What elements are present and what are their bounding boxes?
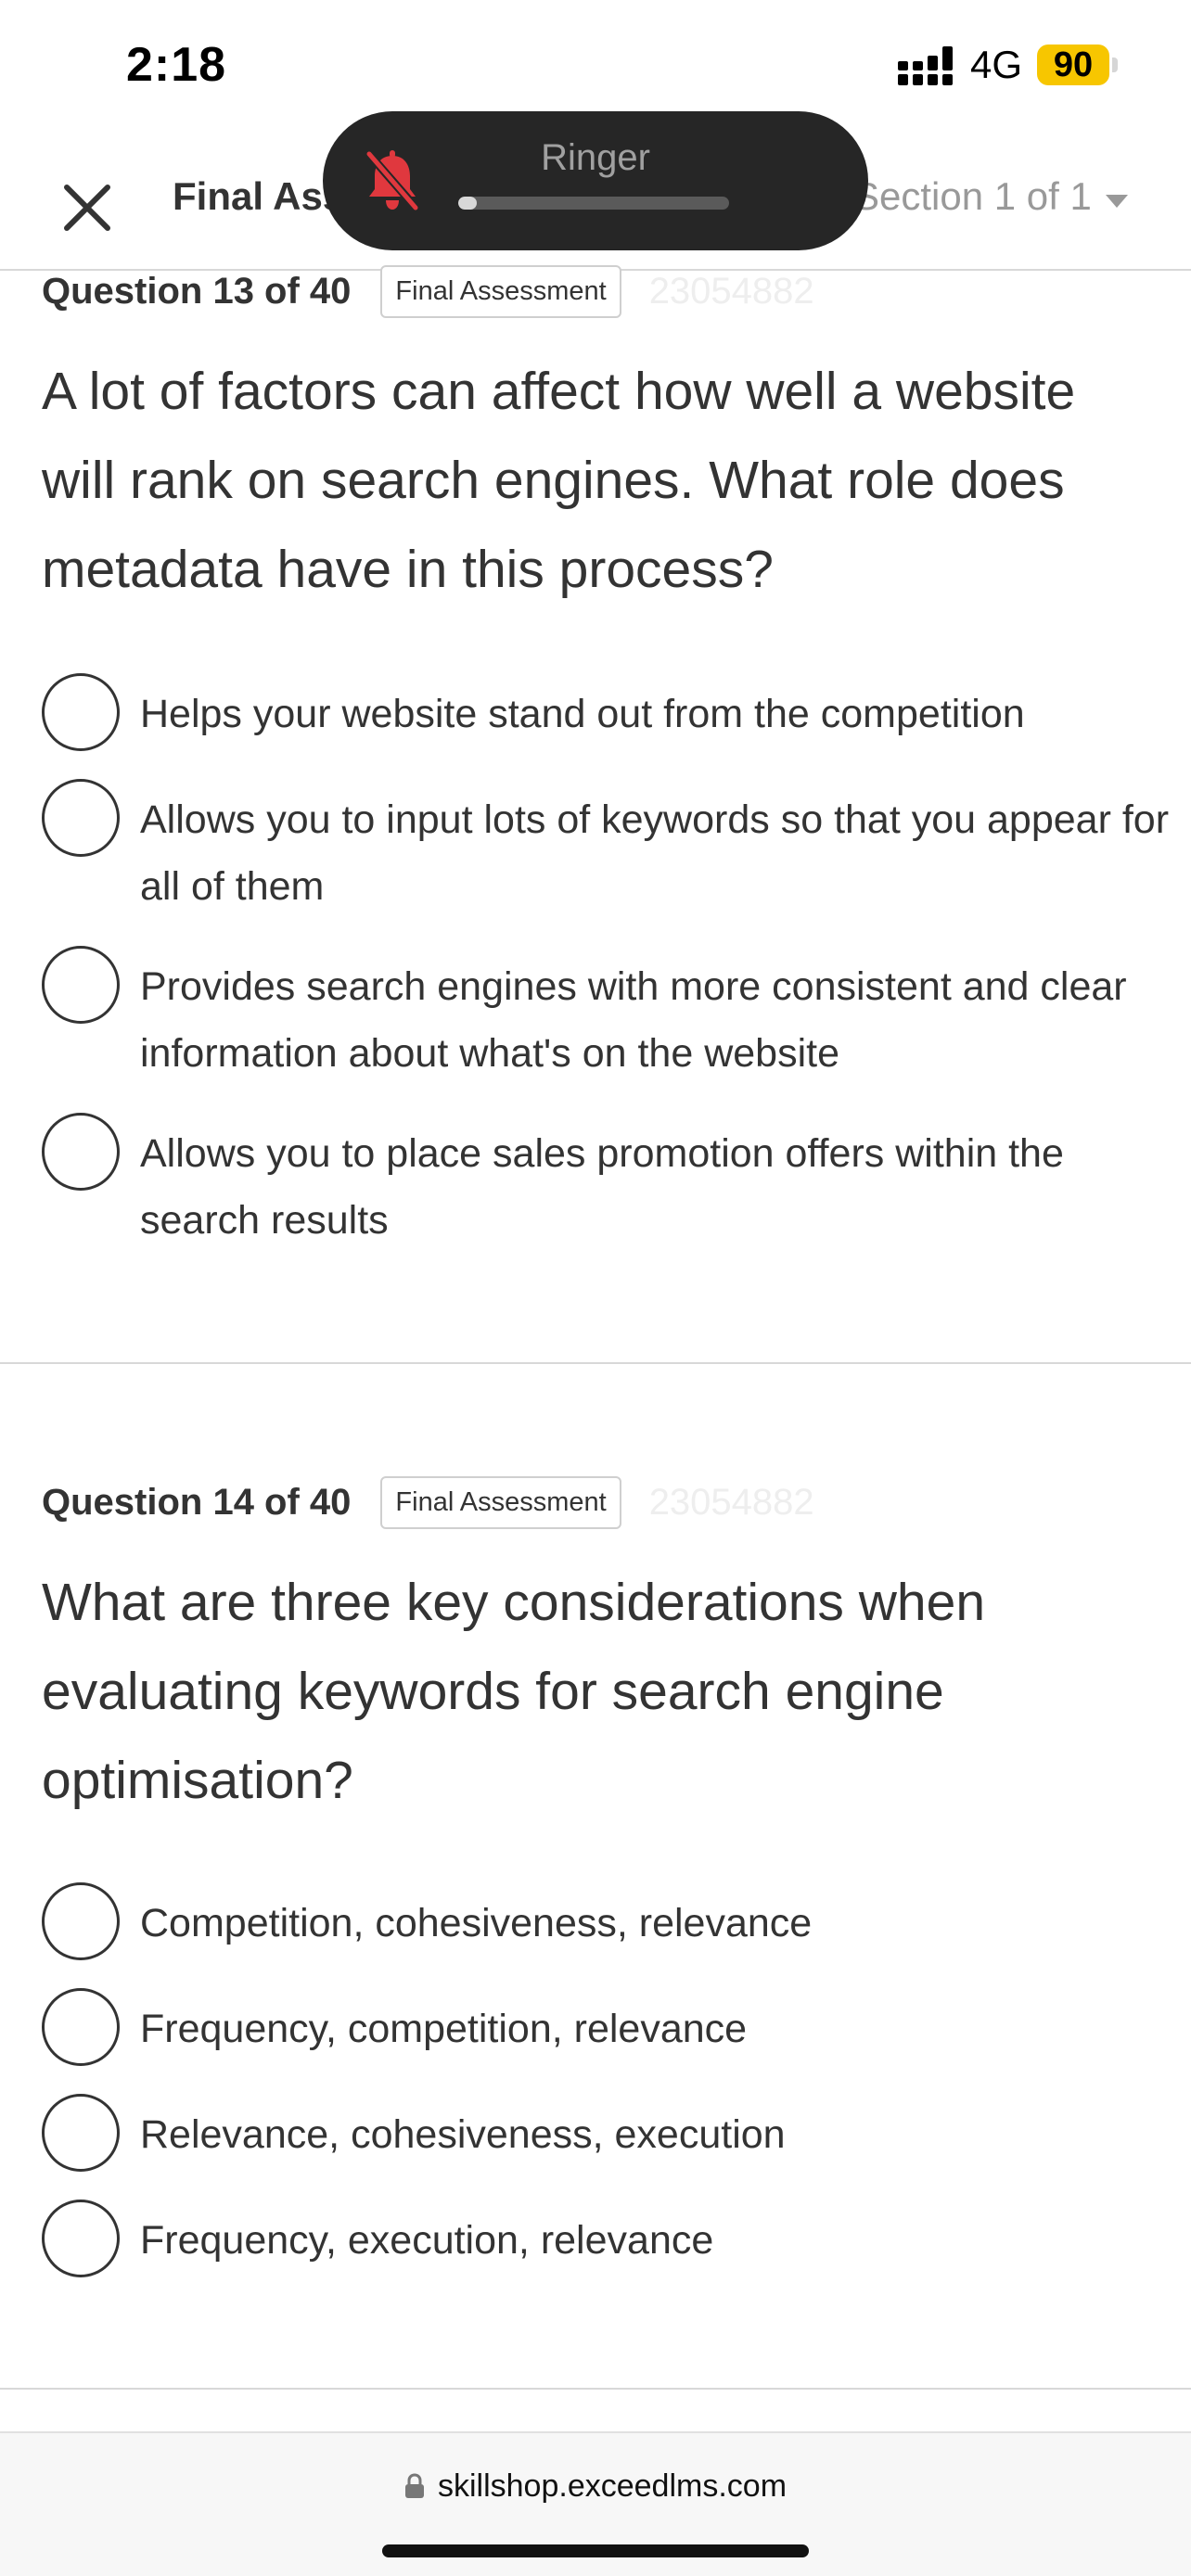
battery-indicator: 90 <box>1037 45 1109 85</box>
question-text: A lot of factors can affect how well a w… <box>42 362 1076 599</box>
answer-option-label[interactable]: Competition, cohesiveness, relevance <box>140 1890 1170 1957</box>
radio-button[interactable] <box>42 2094 120 2172</box>
question-meta: Question 13 of 40 Final Assessment 23054… <box>42 263 814 319</box>
question-id: 23054882 <box>648 270 814 312</box>
radio-button[interactable] <box>42 1882 120 1960</box>
network-type: 4G <box>970 43 1023 86</box>
radio-button[interactable] <box>42 2200 120 2277</box>
question-number: Question 14 of 40 <box>42 1481 352 1523</box>
answer-option-label[interactable]: Allows you to input lots of keywords so … <box>140 786 1170 920</box>
radio-button[interactable] <box>42 946 120 1024</box>
chevron-down-icon[interactable] <box>1106 195 1128 208</box>
radio-button[interactable] <box>42 779 120 857</box>
status-bar: 2:18 4G 90 <box>0 0 1191 130</box>
url-text[interactable]: skillshop.exceedlms.com <box>438 2468 787 2504</box>
answer-option-label[interactable]: Frequency, execution, relevance <box>140 2207 1170 2274</box>
lock-icon <box>404 2473 424 2498</box>
ringer-volume-fill <box>458 197 478 210</box>
radio-button[interactable] <box>42 1113 120 1191</box>
answer-option-label[interactable]: Allows you to place sales promotion offe… <box>140 1120 1170 1254</box>
radio-button[interactable] <box>42 1988 120 2066</box>
close-icon[interactable] <box>54 174 121 241</box>
assessment-tag: Final Assessment <box>380 264 621 318</box>
home-indicator[interactable] <box>382 2544 809 2557</box>
section-dropdown[interactable]: Section 1 of 1 <box>853 174 1092 219</box>
question-divider <box>0 2388 1191 2390</box>
answer-option-label[interactable]: Helps your website stand out from the co… <box>140 681 1170 747</box>
status-time: 2:18 <box>126 38 227 92</box>
radio-button[interactable] <box>42 673 120 751</box>
answer-option-label[interactable]: Frequency, competition, relevance <box>140 1996 1170 2062</box>
question-number: Question 13 of 40 <box>42 270 352 312</box>
url-row[interactable]: skillshop.exceedlms.com <box>0 2468 1191 2505</box>
battery-tip <box>1112 57 1118 72</box>
assessment-tag: Final Assessment <box>380 1475 621 1529</box>
ringer-label: Ringer <box>541 137 650 178</box>
ringer-volume-bar <box>458 197 729 210</box>
cellular-signal-icon <box>898 46 953 85</box>
answer-option-label[interactable]: Provides search engines with more consis… <box>140 953 1170 1087</box>
question-text: What are three key considerations when e… <box>42 1573 986 1810</box>
ringer-overlay: Ringer <box>323 111 868 250</box>
question-id: 23054882 <box>648 1481 814 1523</box>
question-divider <box>0 1362 1191 1364</box>
browser-address-bar[interactable]: skillshop.exceedlms.com <box>0 2431 1191 2576</box>
question-meta: Question 14 of 40 Final Assessment 23054… <box>42 1474 814 1530</box>
answer-option-label[interactable]: Relevance, cohesiveness, execution <box>140 2101 1170 2168</box>
